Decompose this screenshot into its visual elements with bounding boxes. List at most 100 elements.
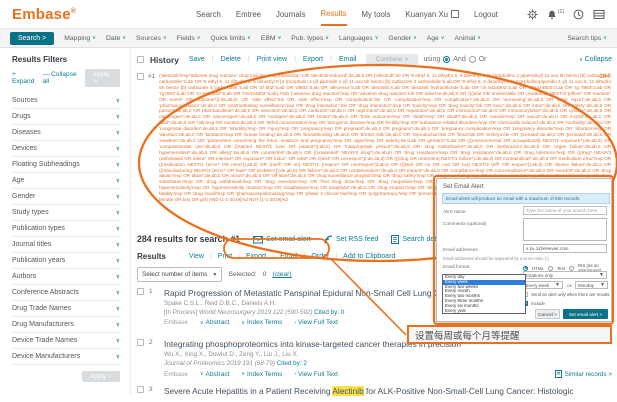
format-ris-radio[interactable] bbox=[569, 266, 574, 271]
history-row-checkbox[interactable] bbox=[137, 73, 144, 80]
sidebar-item-drug-manufacturers[interactable]: Drug Manufacturers∨ bbox=[12, 317, 120, 333]
only-results-label: Send an alert only when there are result… bbox=[531, 292, 609, 297]
history-export-link[interactable]: Export bbox=[303, 56, 323, 63]
set-rss-feed-button[interactable]: Set RSS feed bbox=[324, 235, 378, 244]
index-terms-toggle[interactable]: ∨Index Terms bbox=[241, 319, 282, 326]
select-number-of-items-dropdown[interactable]: Select number of items ▼ bbox=[137, 267, 222, 282]
order-link[interactable]: Order bbox=[311, 253, 329, 260]
collapse-all-link[interactable]: — Collapse all bbox=[43, 71, 79, 85]
or-radio[interactable] bbox=[469, 56, 476, 63]
email-alert-icon bbox=[253, 235, 263, 244]
history-clock-icon[interactable] bbox=[573, 9, 584, 20]
result-title-link[interactable]: Severe Acute Hepatitis in a Patient Rece… bbox=[164, 386, 612, 396]
sidebar-item-device-trade-names[interactable]: Device Trade Names∨ bbox=[12, 333, 120, 349]
alert-name-input[interactable] bbox=[523, 206, 607, 215]
set-email-alert-button[interactable]: Set email alert bbox=[253, 235, 311, 244]
result-checkbox[interactable] bbox=[137, 386, 144, 393]
nav-results[interactable]: Results bbox=[321, 2, 347, 26]
history-result-count[interactable]: 284 bbox=[599, 73, 610, 80]
history-delete-link[interactable]: Delete bbox=[221, 56, 241, 63]
search-tips-link[interactable]: Search tips∨ bbox=[567, 35, 607, 42]
filter-label: Age bbox=[427, 35, 439, 42]
embase-logo[interactable]: Embase® bbox=[12, 6, 76, 23]
index-terms-toggle[interactable]: ∨Index Terms bbox=[241, 371, 282, 378]
filter-pub-types[interactable]: Pub. types∨ bbox=[291, 35, 329, 42]
nav-journals[interactable]: Journals bbox=[276, 3, 305, 25]
collapse-history-link[interactable]: ∧Collapse bbox=[579, 56, 612, 63]
search-button[interactable]: Search > bbox=[10, 32, 54, 45]
history-save-link[interactable]: Save bbox=[189, 56, 205, 63]
nav-emtree[interactable]: Emtree bbox=[236, 3, 261, 25]
sidebar-item-study-types[interactable]: Study types∨ bbox=[12, 205, 120, 221]
alerts-bell-wrap[interactable]: (1) bbox=[547, 9, 564, 20]
cited-by-link[interactable]: Cited by: 0 bbox=[314, 309, 344, 316]
sidebar-item-sources[interactable]: Sources∨ bbox=[12, 93, 120, 109]
export-link[interactable]: Export bbox=[246, 253, 266, 260]
filter-date[interactable]: Date∨ bbox=[106, 35, 126, 42]
filter-mapping[interactable]: Mapping∨ bbox=[64, 35, 96, 42]
filter-languages[interactable]: Languages∨ bbox=[339, 35, 378, 42]
result-checkbox[interactable] bbox=[137, 339, 144, 346]
user-menu[interactable]: Kuanyan Xu bbox=[406, 10, 459, 19]
sidebar-item-authors[interactable]: Authors∨ bbox=[12, 269, 120, 285]
nav-my-tools[interactable]: My tools bbox=[362, 3, 391, 25]
history-select-all-checkbox[interactable] bbox=[137, 56, 144, 63]
apply-button-bottom[interactable]: Apply > bbox=[82, 371, 120, 382]
sidebar-item-publication-years[interactable]: Publication years∨ bbox=[12, 253, 120, 269]
sidebar-item-journal-titles[interactable]: Journal titles∨ bbox=[12, 237, 120, 253]
content-select[interactable]: Citations only▼ bbox=[523, 271, 607, 279]
settings-gear-icon[interactable] bbox=[527, 9, 538, 20]
frequency-select[interactable]: Every week▼ bbox=[523, 281, 563, 289]
history-email-link[interactable]: Email bbox=[339, 56, 357, 63]
and-radio[interactable] bbox=[443, 56, 450, 63]
format-html-radio[interactable] bbox=[523, 266, 528, 271]
history-print-view-link[interactable]: Print view bbox=[257, 56, 287, 63]
expand-all-link[interactable]: + Expand bbox=[12, 71, 36, 85]
filter-age[interactable]: Age∨ bbox=[427, 35, 445, 42]
combine-using-group: using And Or bbox=[424, 56, 487, 63]
sidebar-title: Results Filters bbox=[12, 55, 120, 64]
sidebar-item-label: Publication types bbox=[12, 225, 65, 232]
sidebar-item-gender[interactable]: Gender∨ bbox=[12, 189, 120, 205]
sidebar-item-devices[interactable]: Devices∨ bbox=[12, 141, 120, 157]
filter-sources[interactable]: Sources∨ bbox=[136, 35, 167, 42]
filter-ebm[interactable]: EBM∨ bbox=[261, 35, 281, 42]
sidebar-item-device-manufacturers[interactable]: Device Manufacturers∨ bbox=[12, 349, 120, 365]
format-text-radio[interactable] bbox=[548, 266, 553, 271]
nav-search[interactable]: Search bbox=[196, 3, 221, 25]
comments-textarea[interactable] bbox=[523, 218, 607, 241]
view-link[interactable]: View bbox=[189, 253, 204, 260]
filter-quick-limits[interactable]: Quick limits∨ bbox=[210, 35, 250, 42]
nav-logout[interactable]: Logout bbox=[474, 3, 498, 25]
sidebar-item-drug-trade-names[interactable]: Drug Trade Names∨ bbox=[12, 301, 120, 317]
sidebar-item-publication-types[interactable]: Publication types∨ bbox=[12, 221, 120, 237]
results-filters-sidebar: Results Filters + Expand — Collapse all … bbox=[0, 48, 131, 396]
add-to-clipboard-link[interactable]: Add to Clipboard bbox=[343, 253, 395, 260]
print-link[interactable]: Print bbox=[218, 253, 232, 260]
cancel-button[interactable]: Cancel > bbox=[535, 309, 560, 319]
abstract-toggle[interactable]: ∨Abstract bbox=[200, 371, 230, 378]
sidebar-item-floating-subheadings[interactable]: Floating Subheadings∨ bbox=[12, 157, 120, 173]
sidebar-item-drugs[interactable]: Drugs∨ bbox=[12, 109, 120, 125]
set-email-alert-submit-button[interactable]: Set email alert > bbox=[563, 309, 608, 319]
email-link[interactable]: Email bbox=[280, 253, 298, 260]
cited-by-link[interactable]: Cited by: 2 bbox=[277, 360, 307, 367]
sidebar-item-age[interactable]: Age∨ bbox=[12, 173, 120, 189]
view-full-text-link[interactable]: ›View Full Text bbox=[294, 371, 338, 378]
frequency-option[interactable]: Every year bbox=[443, 309, 525, 314]
filter-fields[interactable]: Fields∨ bbox=[177, 35, 201, 42]
apps-grid-icon[interactable] bbox=[593, 9, 605, 20]
similar-records-link[interactable]: Similar records > bbox=[555, 370, 612, 378]
result-checkbox[interactable] bbox=[137, 288, 144, 295]
email-addresses-input[interactable] bbox=[523, 244, 607, 253]
abstract-toggle[interactable]: ∨Abstract bbox=[200, 319, 230, 326]
filter-animal[interactable]: Animal∨ bbox=[454, 35, 480, 42]
clear-selection-link[interactable]: (clear) bbox=[272, 271, 291, 278]
sidebar-item-diseases[interactable]: Diseases∨ bbox=[12, 125, 120, 141]
apply-button-top[interactable]: Apply > bbox=[85, 69, 120, 87]
combine-button[interactable]: Combine > bbox=[366, 54, 417, 65]
sidebar-item-conference-abstracts[interactable]: Conference Abstracts∨ bbox=[12, 285, 120, 301]
filter-gender[interactable]: Gender∨ bbox=[388, 35, 416, 42]
view-full-text-link[interactable]: ›View Full Text bbox=[294, 319, 338, 326]
day-select[interactable]: Monday▼ bbox=[575, 281, 608, 289]
